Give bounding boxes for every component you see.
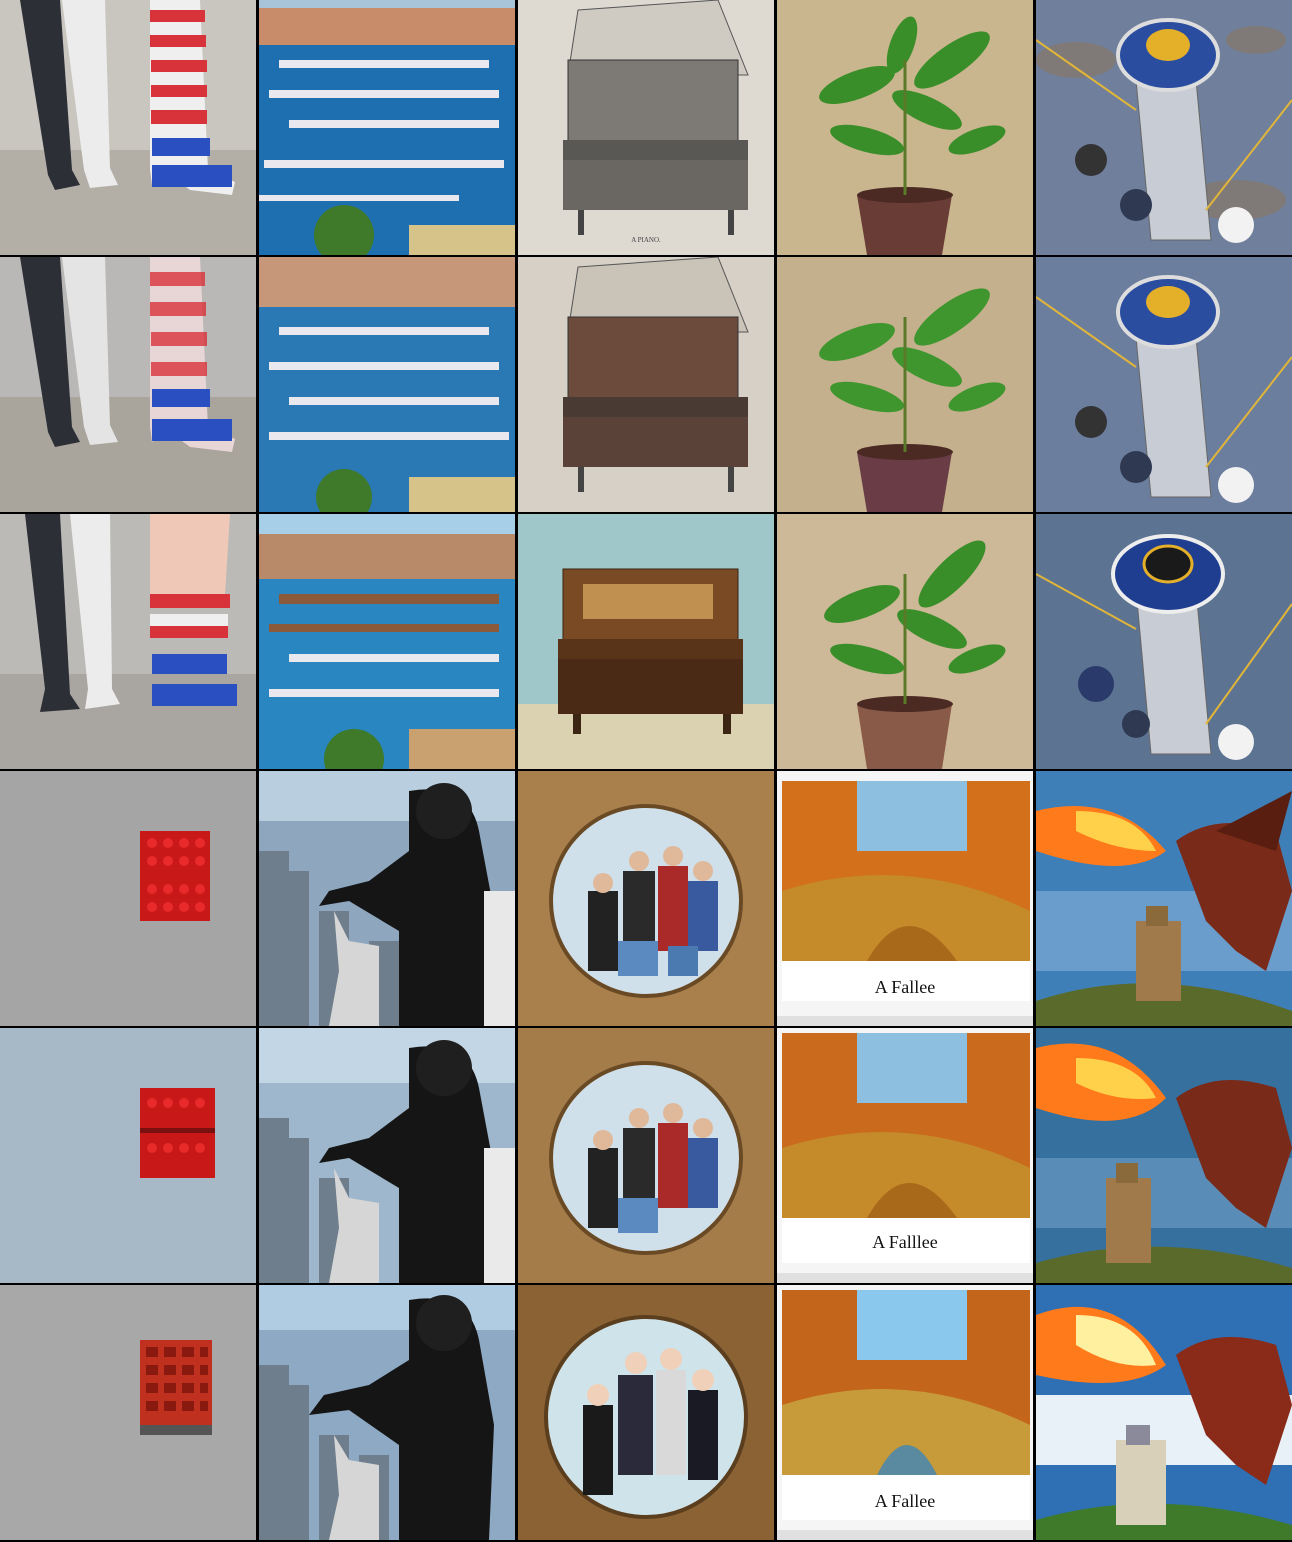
- piano-sketch-image: A PIANO.: [518, 0, 774, 255]
- space-station-image: [1036, 257, 1292, 512]
- dragon-castle-image: [1036, 1285, 1292, 1540]
- marina-image: [259, 0, 515, 255]
- piano-sketch-image: [518, 257, 774, 512]
- marina-image: [259, 257, 515, 512]
- forest-caption: A Fallee: [875, 1491, 936, 1511]
- gorilla-image: [259, 1028, 515, 1283]
- lego-brick-image: [0, 771, 256, 1026]
- socks-image: [0, 0, 256, 255]
- space-station-image: [1036, 514, 1292, 769]
- plant-image: [777, 514, 1033, 769]
- lego-brick-image: [0, 1028, 256, 1283]
- space-station-image: [1036, 0, 1292, 255]
- forest-caption: A Falllee: [872, 1232, 938, 1252]
- dragon-castle-image: [1036, 1028, 1292, 1283]
- family-portrait-image: [518, 1028, 774, 1283]
- socks-image: [0, 514, 256, 769]
- gorilla-image: [259, 1285, 515, 1540]
- autumn-forest-image: A Fallee: [777, 771, 1033, 1026]
- family-portrait-image: [518, 771, 774, 1026]
- forest-caption: A Fallee: [875, 977, 936, 997]
- plant-image: [777, 257, 1033, 512]
- socks-image: [0, 257, 256, 512]
- family-illustration-image: [518, 1285, 774, 1540]
- marina-image: [259, 514, 515, 769]
- dragon-castle-image: [1036, 771, 1292, 1026]
- image-grid: A PIANO. A Fallee A Falllee A Fallee: [0, 0, 1292, 1542]
- autumn-forest-image: A Falllee: [777, 1028, 1033, 1283]
- plant-image: [777, 0, 1033, 255]
- lego-brick-image: [0, 1285, 256, 1540]
- piano-illustration-image: [518, 514, 774, 769]
- gorilla-image: [259, 771, 515, 1026]
- piano-plate-text: A PIANO.: [631, 236, 661, 244]
- autumn-forest-image: A Fallee: [777, 1285, 1033, 1540]
